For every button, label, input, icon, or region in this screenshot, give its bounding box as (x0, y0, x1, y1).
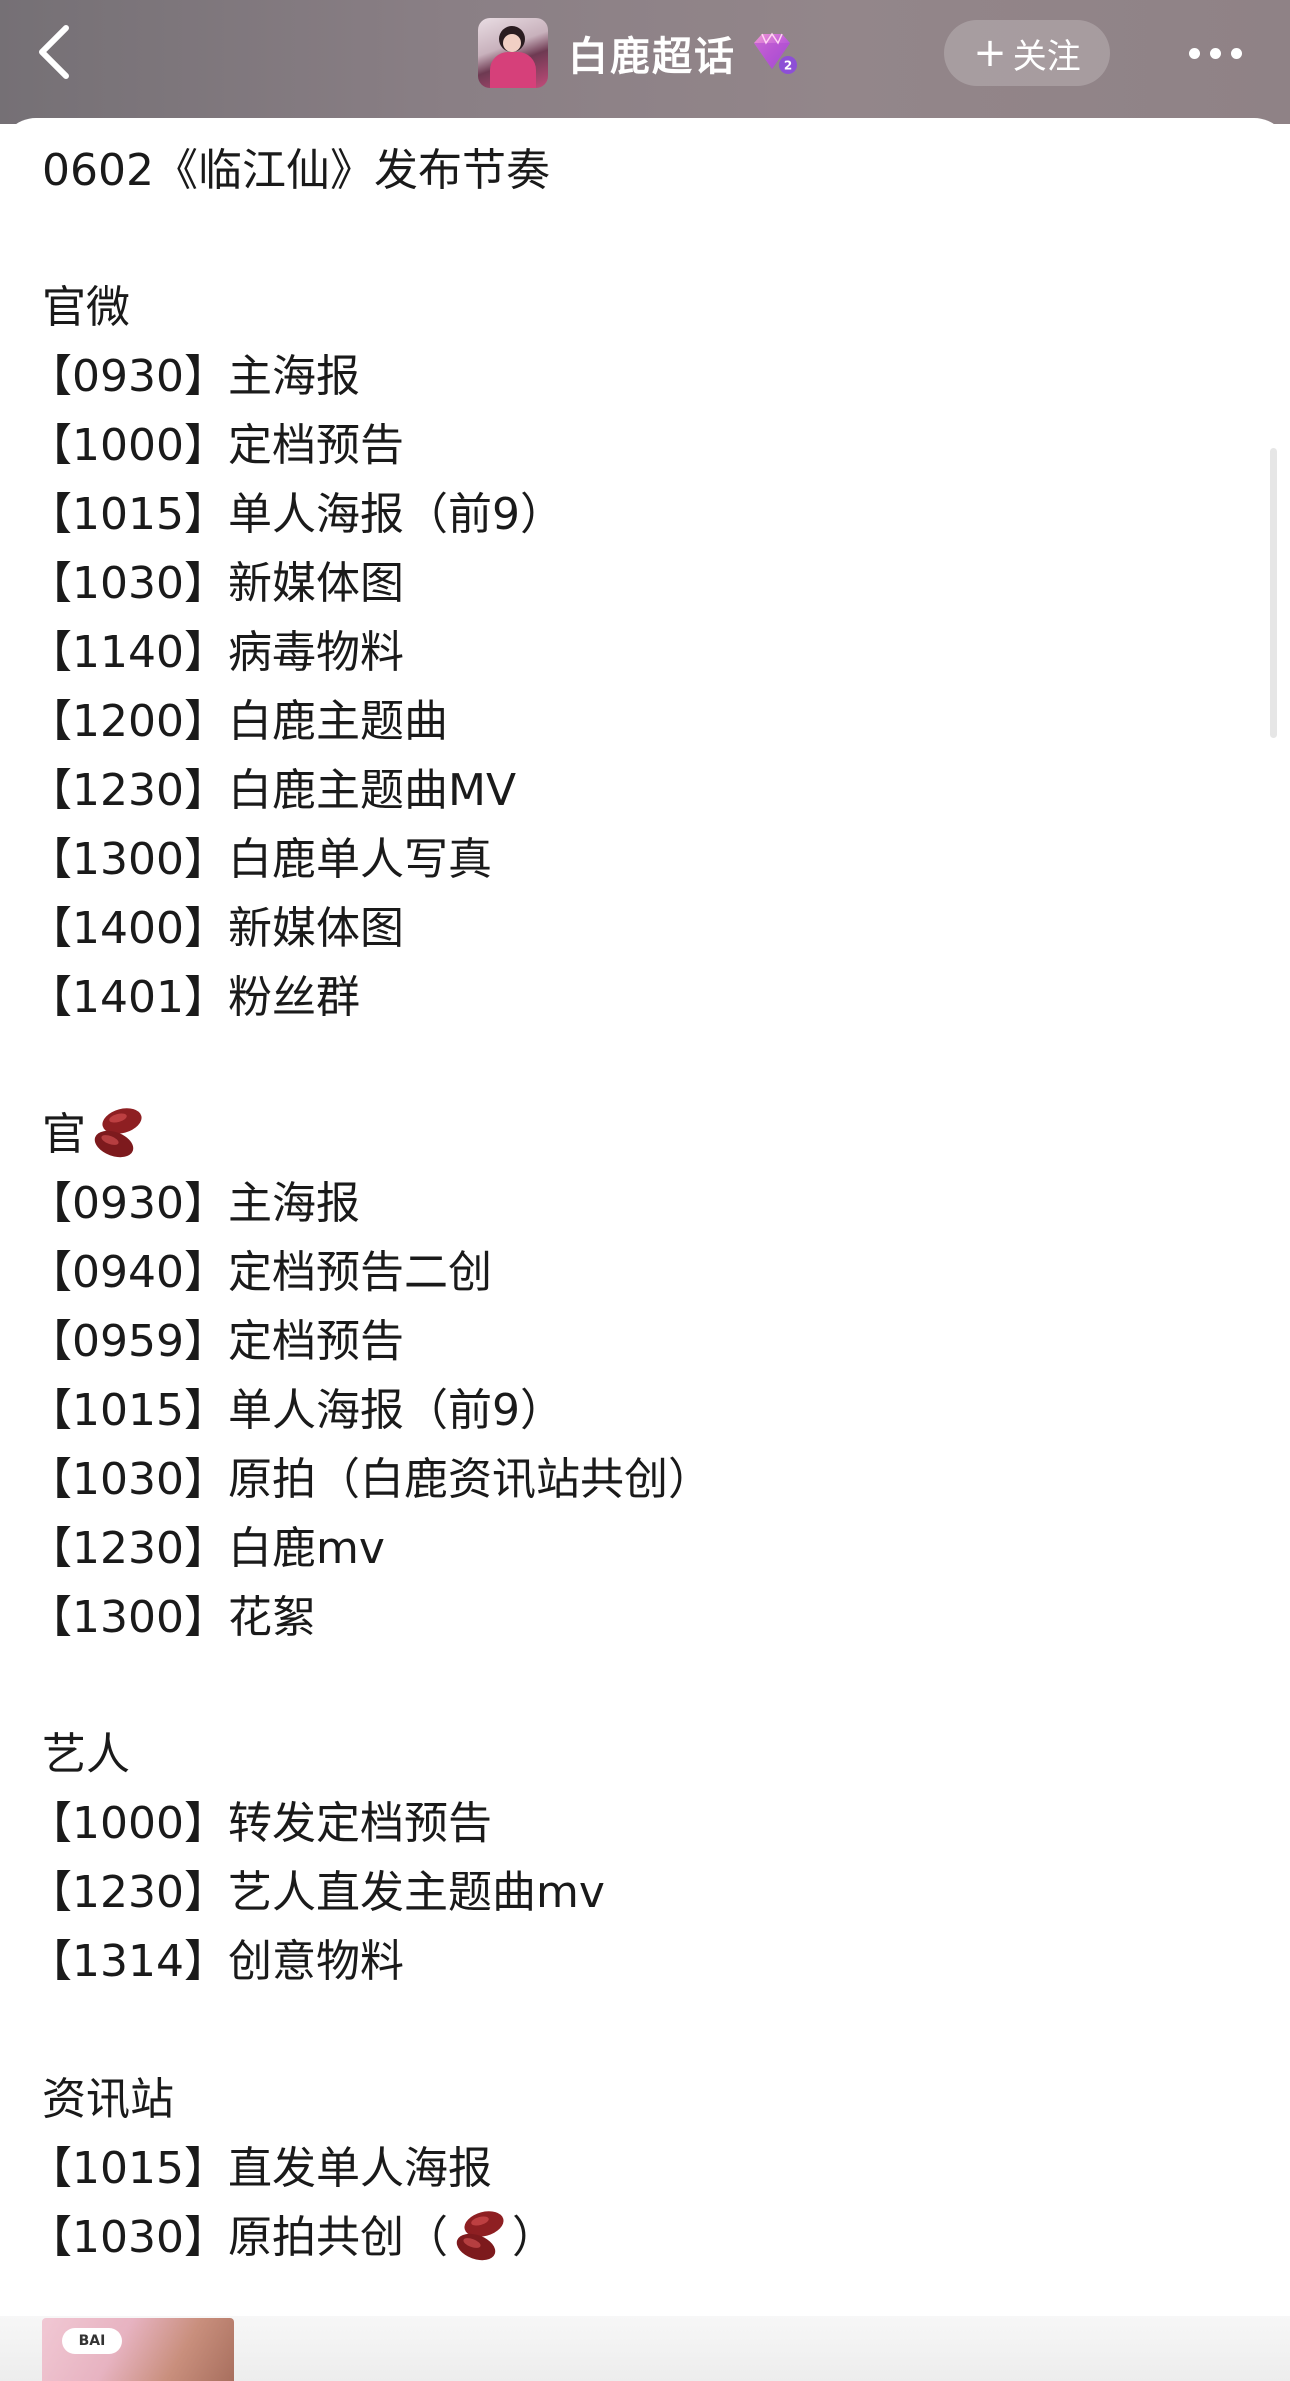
back-button[interactable] (22, 14, 86, 90)
list-item: 【1300】花絮 (28, 1592, 316, 1643)
list-item: 【0930】主海报 (28, 351, 360, 402)
back-chevron-icon (39, 25, 69, 79)
page-title: 白鹿超话 (568, 34, 736, 80)
post-image-thumbnail[interactable]: BAI (42, 2318, 234, 2381)
diamond-level-badge-icon: 2 (754, 32, 797, 74)
list-item-text: 【1030】原拍共创（ (28, 2212, 448, 2263)
list-item: 【1230】艺人直发主题曲mv (28, 1867, 605, 1918)
thumbnail-tag: BAI (62, 2328, 122, 2354)
list-item: 【1230】白鹿mv (28, 1523, 385, 1574)
list-item: 【0930】主海报 (28, 1178, 360, 1229)
supertopic-title[interactable]: 白鹿超话 2 (478, 18, 798, 88)
top-nav-bar: 白鹿超话 2 + 关注 (0, 0, 1290, 124)
list-item: 【1000】转发定档预告 (28, 1798, 492, 1849)
section-title-artist: 艺人 (42, 1729, 130, 1780)
list-item: 【1000】定档预告 (28, 420, 404, 471)
list-item: 【1230】白鹿主题曲MV (28, 765, 517, 816)
list-item: 【0940】定档预告二创 (28, 1247, 492, 1298)
list-item: 【1030】原拍共创（ ） (28, 2208, 556, 2268)
list-item: 【1140】病毒物料 (28, 627, 404, 678)
section-title-news-station: 资讯站 (42, 2074, 174, 2125)
red-bean-emoji-icon (456, 2211, 504, 2261)
post-heading: 0602《临江仙》发布节奏 (42, 145, 550, 196)
section-title-guanwei: 官微 (42, 282, 130, 333)
avatar[interactable] (478, 18, 548, 88)
section-title-text: 官 (42, 1109, 86, 1160)
list-item: 【1401】粉丝群 (28, 972, 360, 1023)
app-root: 白鹿超话 2 + 关注 0602《临江仙》发布节奏 官微 【0930】主海报 【… (0, 0, 1290, 2381)
list-item: 【1030】新媒体图 (28, 558, 404, 609)
scrollbar[interactable] (1270, 448, 1277, 738)
follow-button[interactable]: + 关注 (944, 20, 1110, 86)
section-title-guan: 官 (42, 1105, 150, 1165)
red-bean-emoji-icon (94, 1108, 142, 1158)
list-item: 【1015】单人海报（前9） (28, 1385, 564, 1436)
list-item: 【1314】创意物料 (28, 1936, 404, 1987)
list-item: 【1015】单人海报（前9） (28, 489, 564, 540)
list-item-text-suffix: ） (511, 2212, 556, 2263)
list-item: 【1030】原拍（白鹿资讯站共创） (28, 1454, 712, 1505)
list-item: 【1400】新媒体图 (28, 903, 404, 954)
follow-label: 关注 (1012, 36, 1081, 77)
list-item: 【1200】白鹿主题曲 (28, 696, 448, 747)
more-dots-icon (1188, 47, 1200, 59)
list-item: 【0959】定档预告 (28, 1316, 404, 1367)
list-item: 【1300】白鹿单人写真 (28, 834, 492, 885)
list-item: 【1015】直发单人海报 (28, 2143, 492, 2194)
svg-text:2: 2 (784, 59, 792, 73)
more-options-button[interactable] (1170, 28, 1260, 78)
plus-icon: + (973, 30, 1007, 76)
